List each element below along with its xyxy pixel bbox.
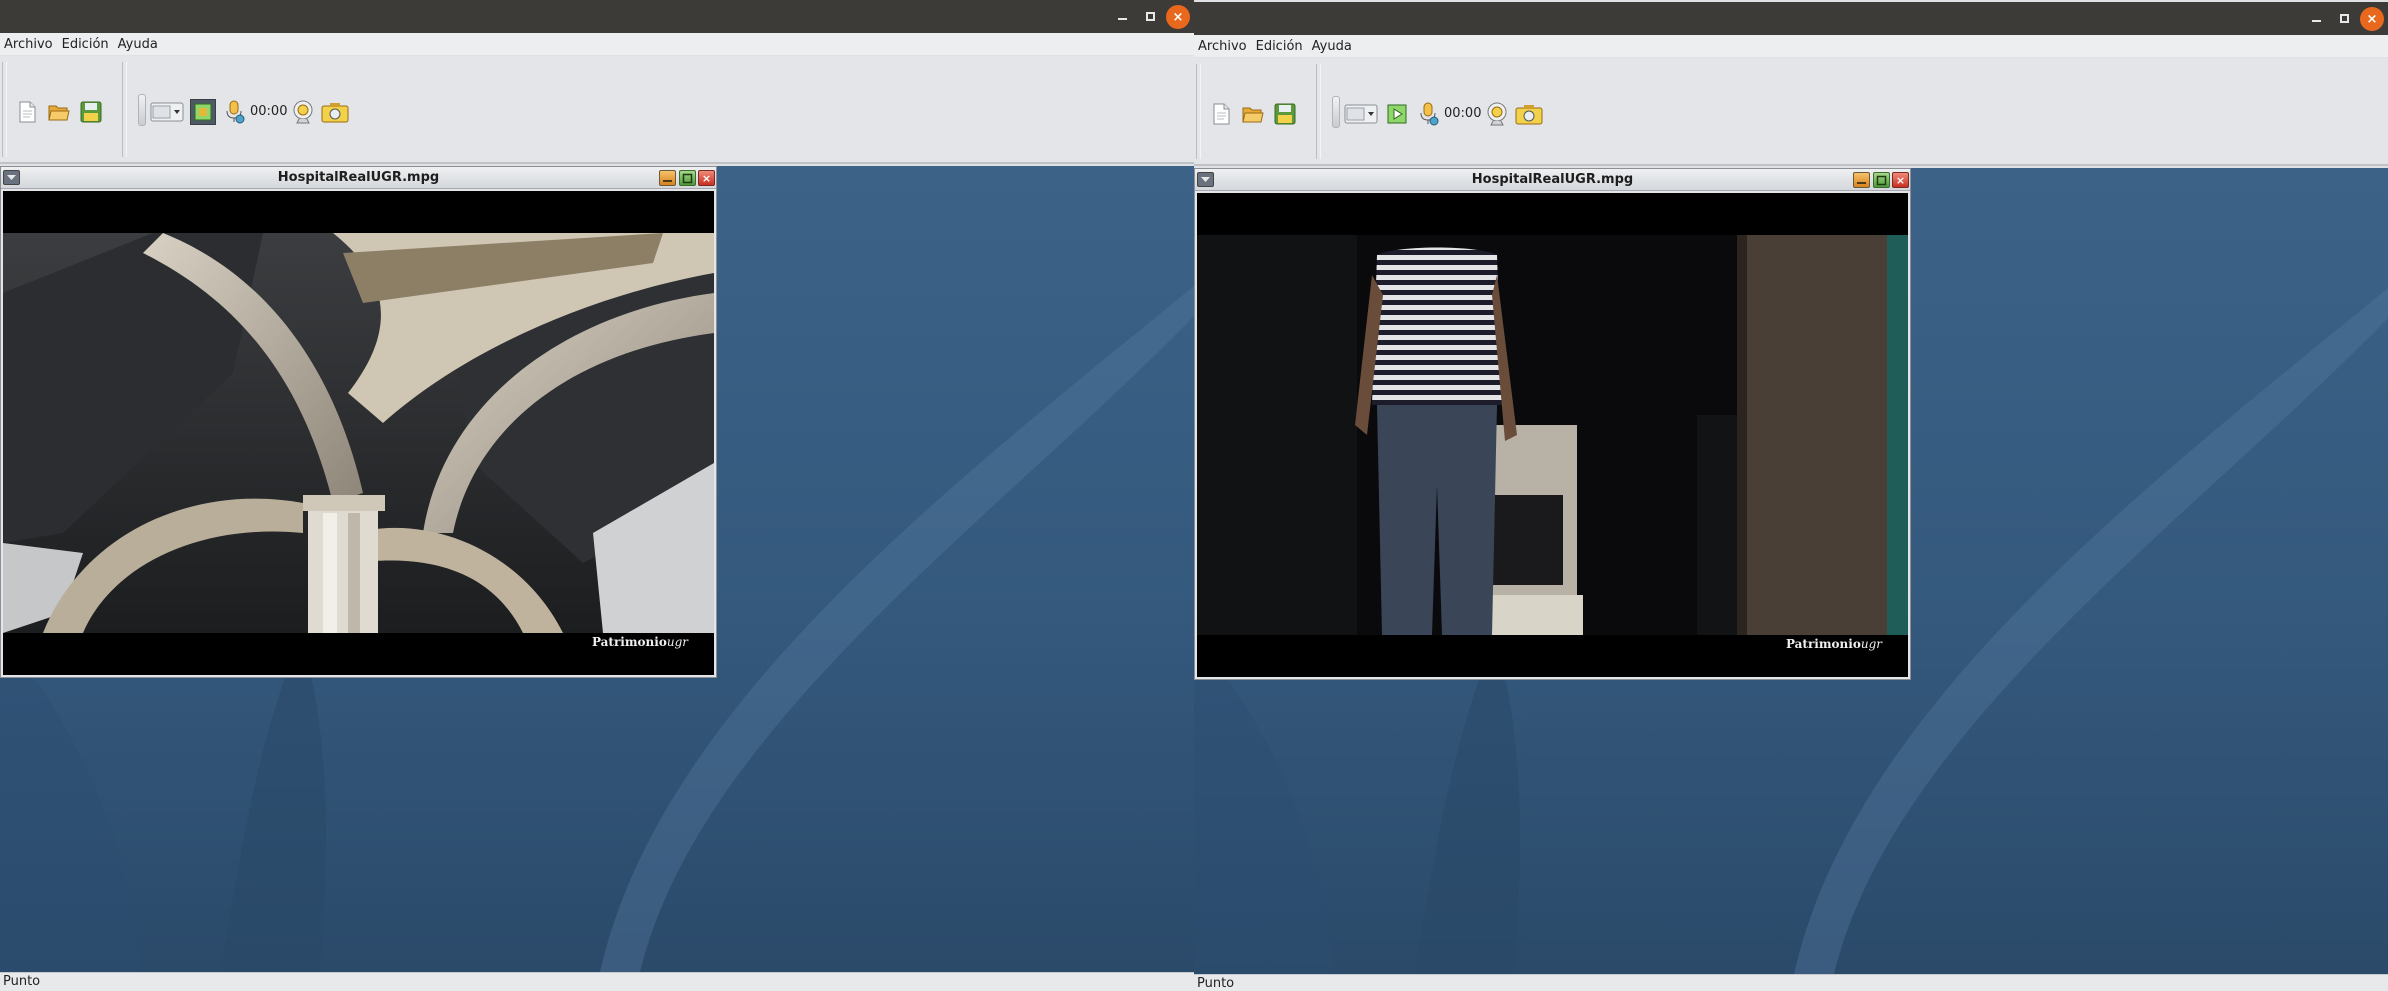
- record-audio-button[interactable]: [222, 99, 248, 125]
- video-player[interactable]: Patrimoniougr: [1197, 193, 1908, 677]
- watermark-text: Patrimonio: [591, 635, 667, 649]
- watermark-italic: ugr: [666, 635, 688, 649]
- close-button[interactable]: ×: [1166, 5, 1190, 29]
- frame-maximize-button[interactable]: [679, 170, 696, 186]
- minimize-button[interactable]: [1108, 0, 1136, 33]
- video-internal-frame[interactable]: HospitalRealUGR.mpg × Patrimoniougr: [1194, 168, 1911, 680]
- maximize-icon: [1145, 12, 1155, 21]
- minimize-icon: [663, 179, 672, 182]
- new-file-button[interactable]: [14, 99, 40, 125]
- webcam-icon: [293, 100, 313, 124]
- menu-edicion[interactable]: Edición: [1256, 39, 1303, 54]
- maximize-icon: [2339, 14, 2349, 23]
- video-frame-person: [1197, 235, 1908, 635]
- video-internal-frame[interactable]: HospitalRealUGR.mpg × Patrimoniougr: [0, 166, 717, 678]
- save-file-button[interactable]: [1272, 101, 1298, 127]
- save-icon: [80, 101, 102, 123]
- frame-close-button[interactable]: ×: [1892, 172, 1909, 188]
- new-file-icon: [19, 101, 36, 123]
- status-bar: Punto: [1194, 974, 2388, 991]
- desktop-area: HospitalRealUGR.mpg × Patrimoniougr: [0, 166, 1194, 972]
- webcam-button[interactable]: [290, 99, 316, 125]
- microphone-icon: [1420, 102, 1439, 126]
- open-file-button[interactable]: [46, 99, 72, 125]
- menu-archivo[interactable]: Archivo: [4, 37, 53, 52]
- screen-dropdown[interactable]: [1344, 101, 1378, 127]
- maximize-button[interactable]: [1136, 0, 1164, 33]
- time-display: 00:00: [1444, 106, 1482, 121]
- toolbar-grip[interactable]: [1196, 64, 1201, 159]
- toolbar: 00:00: [0, 56, 1194, 164]
- stop-icon: [194, 103, 212, 121]
- frame-menu-icon: [7, 175, 16, 180]
- toolbar: 00:00: [1194, 58, 2388, 166]
- app-window-right: × Archivo Edición Ayuda 00:00 HospitalRe…: [1194, 0, 2388, 991]
- maximize-icon: [682, 173, 693, 183]
- webcam-icon: [1487, 102, 1507, 126]
- open-file-button[interactable]: [1240, 101, 1266, 127]
- minimize-button[interactable]: [2302, 2, 2330, 35]
- video-watermark: Patrimoniougr: [1786, 637, 1882, 651]
- close-button[interactable]: ×: [2360, 7, 2384, 31]
- menubar: Archivo Edición Ayuda: [0, 33, 1194, 55]
- folder-open-icon: [1242, 107, 1264, 123]
- save-icon: [1274, 103, 1296, 125]
- new-file-button[interactable]: [1208, 101, 1234, 127]
- minimize-icon: [2311, 19, 2321, 22]
- window-titlebar[interactable]: ×: [0, 0, 1194, 33]
- status-bar: Punto: [0, 972, 1194, 991]
- watermark-italic: ugr: [1860, 637, 1882, 651]
- folder-open-icon: [48, 105, 70, 121]
- toolbar-grip[interactable]: [1316, 64, 1321, 159]
- frame-menu-button[interactable]: [1197, 172, 1214, 187]
- camera-icon: [321, 103, 349, 123]
- watermark-text: Patrimonio: [1785, 637, 1861, 651]
- frame-menu-button[interactable]: [3, 170, 20, 185]
- menu-archivo[interactable]: Archivo: [1198, 39, 1247, 54]
- menu-edicion[interactable]: Edición: [62, 37, 109, 52]
- person-scene: [1197, 235, 1908, 635]
- toolbar-handle[interactable]: [1332, 96, 1340, 128]
- new-file-icon: [1213, 103, 1230, 125]
- screen-dropdown[interactable]: [150, 99, 184, 125]
- snapshot-button[interactable]: [1514, 101, 1544, 127]
- time-display: 00:00: [250, 104, 288, 119]
- desktop-area: HospitalRealUGR.mpg × Patrimoniougr: [1194, 168, 2388, 974]
- maximize-icon: [1876, 175, 1887, 185]
- save-file-button[interactable]: [78, 99, 104, 125]
- chevron-down-icon: [1344, 104, 1378, 124]
- webcam-button[interactable]: [1484, 101, 1510, 127]
- camera-icon: [1515, 105, 1543, 125]
- snapshot-button[interactable]: [320, 99, 350, 125]
- frame-maximize-button[interactable]: [1873, 172, 1890, 188]
- menu-ayuda[interactable]: Ayuda: [118, 37, 158, 52]
- video-watermark: Patrimoniougr: [592, 635, 688, 649]
- video-player[interactable]: Patrimoniougr: [3, 191, 714, 675]
- maximize-button[interactable]: [2330, 2, 2358, 35]
- record-audio-button[interactable]: [1416, 101, 1442, 127]
- frame-title[interactable]: HospitalRealUGR.mpg: [1, 167, 716, 189]
- microphone-icon: [226, 100, 245, 124]
- minimize-icon: [1117, 17, 1127, 20]
- play-icon: [1387, 104, 1407, 124]
- window-titlebar[interactable]: ×: [1194, 2, 2388, 35]
- minimize-icon: [1857, 181, 1866, 184]
- menu-ayuda[interactable]: Ayuda: [1312, 39, 1352, 54]
- frame-menu-icon: [1201, 177, 1210, 182]
- frame-minimize-button[interactable]: [659, 170, 676, 186]
- frame-close-button[interactable]: ×: [698, 170, 715, 186]
- arches-scene: [3, 233, 714, 633]
- video-frame-arches: [3, 233, 714, 633]
- stop-button[interactable]: [190, 99, 216, 125]
- frame-title[interactable]: HospitalRealUGR.mpg: [1195, 169, 1910, 191]
- toolbar-grip[interactable]: [2, 62, 7, 157]
- play-button[interactable]: [1384, 101, 1410, 127]
- chevron-down-icon: [150, 102, 184, 122]
- toolbar-handle[interactable]: [138, 94, 146, 126]
- app-window-left: × Archivo Edición Ayuda 00:00 HospitalRe…: [0, 0, 1194, 991]
- toolbar-grip[interactable]: [122, 62, 127, 157]
- frame-minimize-button[interactable]: [1853, 172, 1870, 188]
- menubar: Archivo Edición Ayuda: [1194, 35, 2388, 57]
